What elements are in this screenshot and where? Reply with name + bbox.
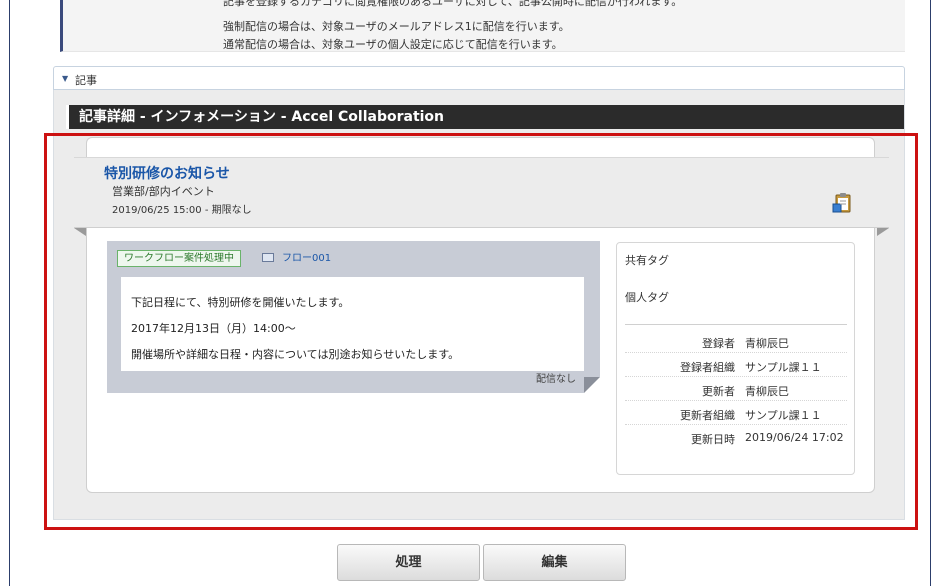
note-line-forced: 強制配信の場合は、対象ユーザのメールアドレス1に配信を行います。 (223, 20, 570, 33)
edit-button[interactable]: 編集 (483, 544, 626, 581)
section-label: 記事 (75, 74, 97, 87)
process-button[interactable]: 処理 (337, 544, 480, 581)
note-line-cut: 記事を登録するカテゴリに閲覧権限のあるユーザに対して、記事公開時に配信が行われま… (223, 0, 683, 8)
highlight-box (44, 133, 918, 530)
collapse-caret-icon[interactable]: ▼ (62, 74, 68, 83)
note-line-normal: 通常配信の場合は、対象ユーザの個人設定に応じて配信を行います。 (223, 38, 563, 51)
delivery-notes: 記事を登録するカテゴリに閲覧権限のあるユーザに対して、記事公開時に配信が行われま… (60, 0, 905, 52)
page-title: 記事詳細 - インフォメーション - Accel Collaboration (66, 105, 904, 129)
article-section-header[interactable]: ▼ 記事 (53, 66, 905, 90)
